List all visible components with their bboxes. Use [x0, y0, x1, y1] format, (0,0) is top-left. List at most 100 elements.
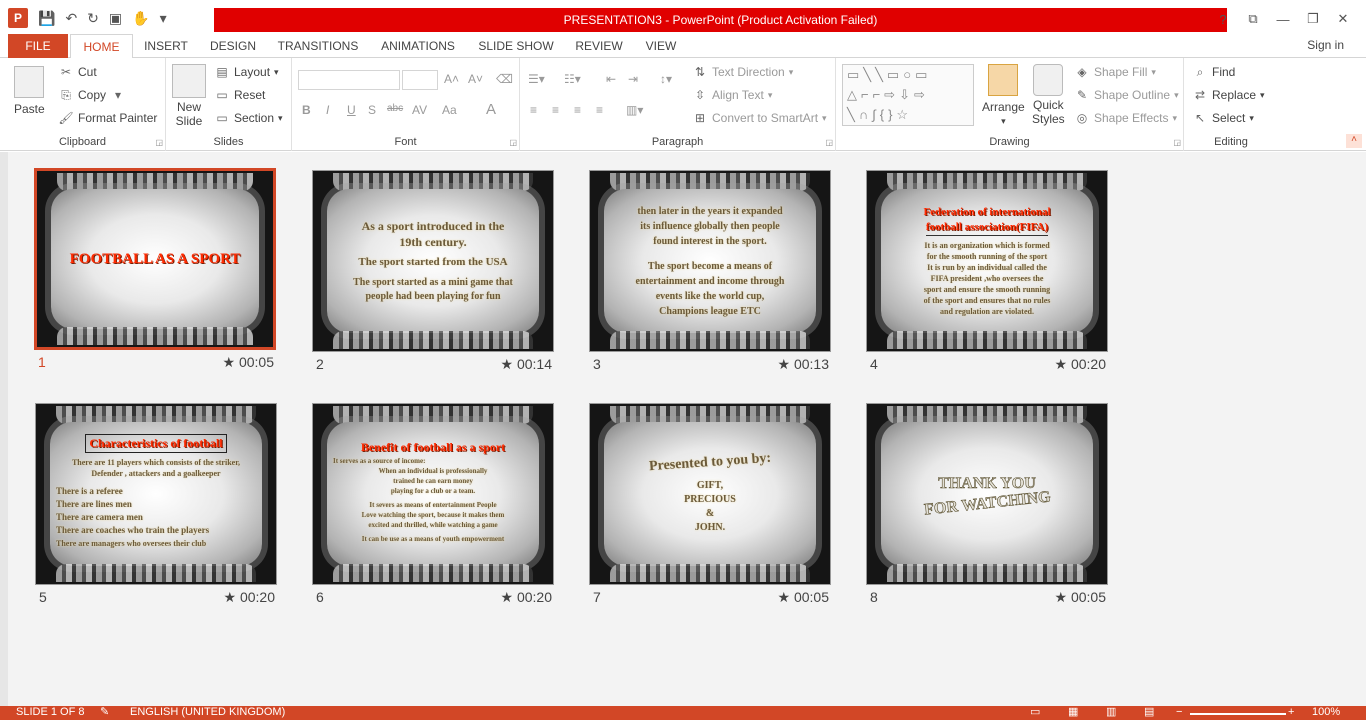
italic-button[interactable]: I [326, 103, 329, 117]
slide-thumbnail[interactable]: As a sport introduced in the 19th centur… [312, 170, 554, 352]
line-spacing-icon[interactable]: ↕▾ [660, 72, 672, 86]
shapes-gallery[interactable]: ▭╲╲▭○▭ △⌐⌐⇨⇩⇨ ╲∩∫{}☆ [842, 64, 974, 126]
slideshow-view-icon[interactable]: ▤ [1144, 706, 1154, 720]
tab-file[interactable]: FILE [8, 34, 68, 58]
replace-button[interactable]: ⇄ Replace ▾ [1192, 87, 1265, 103]
slide-item[interactable]: Benefit of football as a sport It serves… [312, 403, 554, 609]
slide-thumbnail[interactable]: then later in the years it expanded its … [589, 170, 831, 352]
justify-icon[interactable]: ≡ [596, 103, 603, 117]
drawing-launcher-icon[interactable]: ◲ [1173, 138, 1181, 147]
dialog-launcher-icon[interactable]: ◲ [155, 138, 163, 147]
shape-outline-button[interactable]: ✎ Shape Outline ▾ [1074, 87, 1179, 103]
normal-view-icon[interactable]: ▦ [1068, 706, 1078, 720]
tab-animations[interactable]: ANIMATIONS [376, 34, 460, 58]
new-slide-icon [172, 64, 206, 98]
slide-text: As a sport introduced in the [361, 219, 505, 233]
slide-thumbnail[interactable]: THANK YOU FOR WATCHING [866, 403, 1108, 585]
tab-review[interactable]: REVIEW [570, 34, 628, 58]
undo-icon[interactable]: ↶ [65, 10, 77, 27]
restore-button[interactable]: ❐ [1298, 8, 1328, 30]
font-color-button[interactable]: A [486, 101, 496, 118]
format-painter-button[interactable]: 🖌 Format Painter [58, 110, 157, 126]
zoom-level[interactable]: 100% [1312, 706, 1340, 720]
slide-thumbnail[interactable]: Benefit of football as a sport It serves… [312, 403, 554, 585]
arrange-button[interactable]: Arrange ▾ [982, 64, 1025, 127]
columns-icon[interactable]: ▥▾ [626, 103, 643, 117]
tab-design[interactable]: DESIGN [204, 34, 262, 58]
new-slide-button[interactable]: New Slide [172, 64, 206, 128]
help-button[interactable]: ? [1208, 8, 1238, 30]
slide-item[interactable]: FOOTBALL AS A SPORT 1 ★ 00:05 [34, 168, 276, 374]
section-button[interactable]: ▭ Section ▾ [214, 110, 282, 126]
font-launcher-icon[interactable]: ◲ [509, 138, 517, 147]
strikethrough-button[interactable]: abc [387, 103, 403, 114]
quick-styles-button[interactable]: Quick Styles [1032, 64, 1065, 126]
save-icon[interactable]: 💾 [38, 10, 55, 27]
slide-item[interactable]: Presented to you by: GIFT, PRECIOUS & JO… [589, 403, 831, 609]
cut-button[interactable]: ✂ Cut [58, 64, 97, 80]
shape-effects-button[interactable]: ◎ Shape Effects ▾ [1074, 110, 1177, 126]
slide-item[interactable]: THANK YOU FOR WATCHING 8 ★ 00:05 [866, 403, 1108, 609]
shape-fill-button[interactable]: ◈ Shape Fill ▾ [1074, 64, 1156, 80]
minimize-button[interactable]: — [1268, 8, 1298, 30]
tab-view[interactable]: VIEW [640, 34, 682, 58]
bold-button[interactable]: B [302, 103, 311, 117]
shrink-font-icon[interactable]: A˅ [468, 72, 483, 86]
window-buttons: ? ⧉ — ❐ ✕ [1208, 8, 1358, 30]
language-status[interactable]: ENGLISH (UNITED KINGDOM) [130, 706, 285, 720]
redo-icon[interactable]: ↻ [87, 10, 99, 27]
font-name-combo[interactable] [298, 70, 400, 90]
slide-item[interactable]: then later in the years it expanded its … [589, 170, 831, 376]
layout-button[interactable]: ▤ Layout ▾ [214, 64, 278, 80]
numbering-icon[interactable]: ☷▾ [564, 72, 581, 86]
font-size-combo[interactable] [402, 70, 438, 90]
tab-transitions[interactable]: TRANSITIONS [276, 34, 360, 58]
bullets-icon[interactable]: ☰▾ [528, 72, 545, 86]
sign-in-link[interactable]: Sign in [1307, 38, 1344, 52]
align-text-button[interactable]: ⇳ Align Text ▾ [692, 87, 772, 103]
character-spacing-button[interactable]: AV [412, 103, 427, 117]
customize-qat-icon[interactable]: ▾ [160, 10, 167, 27]
slide-text: It severs as means of entertainment Peop… [369, 501, 497, 509]
align-right-icon[interactable]: ≡ [574, 103, 581, 117]
align-left-icon[interactable]: ≡ [530, 103, 537, 117]
touch-mode-icon[interactable]: ✋ [132, 10, 149, 27]
slide-thumbnail[interactable]: Federation of international football ass… [866, 170, 1108, 352]
shadow-button[interactable]: S [368, 103, 376, 117]
ribbon-display-button[interactable]: ⧉ [1238, 8, 1268, 30]
grow-font-icon[interactable]: A˄ [444, 72, 459, 86]
paragraph-launcher-icon[interactable]: ◲ [825, 138, 833, 147]
copy-button[interactable]: ⎘ Copy ▾ [58, 87, 126, 103]
slide-item[interactable]: As a sport introduced in the 19th centur… [312, 170, 554, 376]
tab-slide-show[interactable]: SLIDE SHOW [476, 34, 556, 58]
increase-indent-icon[interactable]: ⇥ [628, 72, 638, 86]
select-button[interactable]: ↖ Select ▾ [1192, 110, 1254, 126]
zoom-slider[interactable] [1190, 713, 1286, 715]
slide-thumbnail[interactable]: Characteristics of football There are 11… [35, 403, 277, 585]
reset-button[interactable]: ▭ Reset [214, 87, 265, 103]
notes-view-icon[interactable]: ▭ [1030, 706, 1040, 720]
start-from-beginning-icon[interactable]: ▣ [109, 10, 122, 27]
find-button[interactable]: ⌕ Find [1192, 64, 1236, 80]
slide-thumbnail[interactable]: Presented to you by: GIFT, PRECIOUS & JO… [589, 403, 831, 585]
pencil-icon: ✎ [1076, 88, 1088, 102]
zoom-out-icon[interactable]: − [1176, 706, 1182, 720]
close-button[interactable]: ✕ [1328, 8, 1358, 30]
clear-formatting-icon[interactable]: ⌫ [496, 72, 513, 86]
slide-thumbnail[interactable]: FOOTBALL AS A SPORT [34, 168, 276, 350]
reading-view-icon[interactable]: ▥ [1106, 706, 1116, 720]
underline-button[interactable]: U [347, 103, 356, 117]
slide-item[interactable]: Federation of international football ass… [866, 170, 1108, 376]
change-case-button[interactable]: Aa [442, 103, 457, 117]
paste-button[interactable]: Paste [14, 66, 45, 116]
tab-home[interactable]: HOME [70, 34, 133, 59]
collapse-ribbon-icon[interactable]: ˄ [1346, 134, 1362, 148]
convert-smartart-button[interactable]: ⊞ Convert to SmartArt ▾ [692, 110, 827, 126]
tab-insert[interactable]: INSERT [140, 34, 192, 58]
decrease-indent-icon[interactable]: ⇤ [606, 72, 616, 86]
slide-item[interactable]: Characteristics of football There are 11… [35, 403, 277, 609]
align-center-icon[interactable]: ≡ [552, 103, 559, 117]
notes-icon[interactable]: ✎ [100, 706, 109, 720]
zoom-in-icon[interactable]: + [1288, 706, 1294, 720]
text-direction-button[interactable]: ⇅ Text Direction ▾ [692, 64, 793, 80]
